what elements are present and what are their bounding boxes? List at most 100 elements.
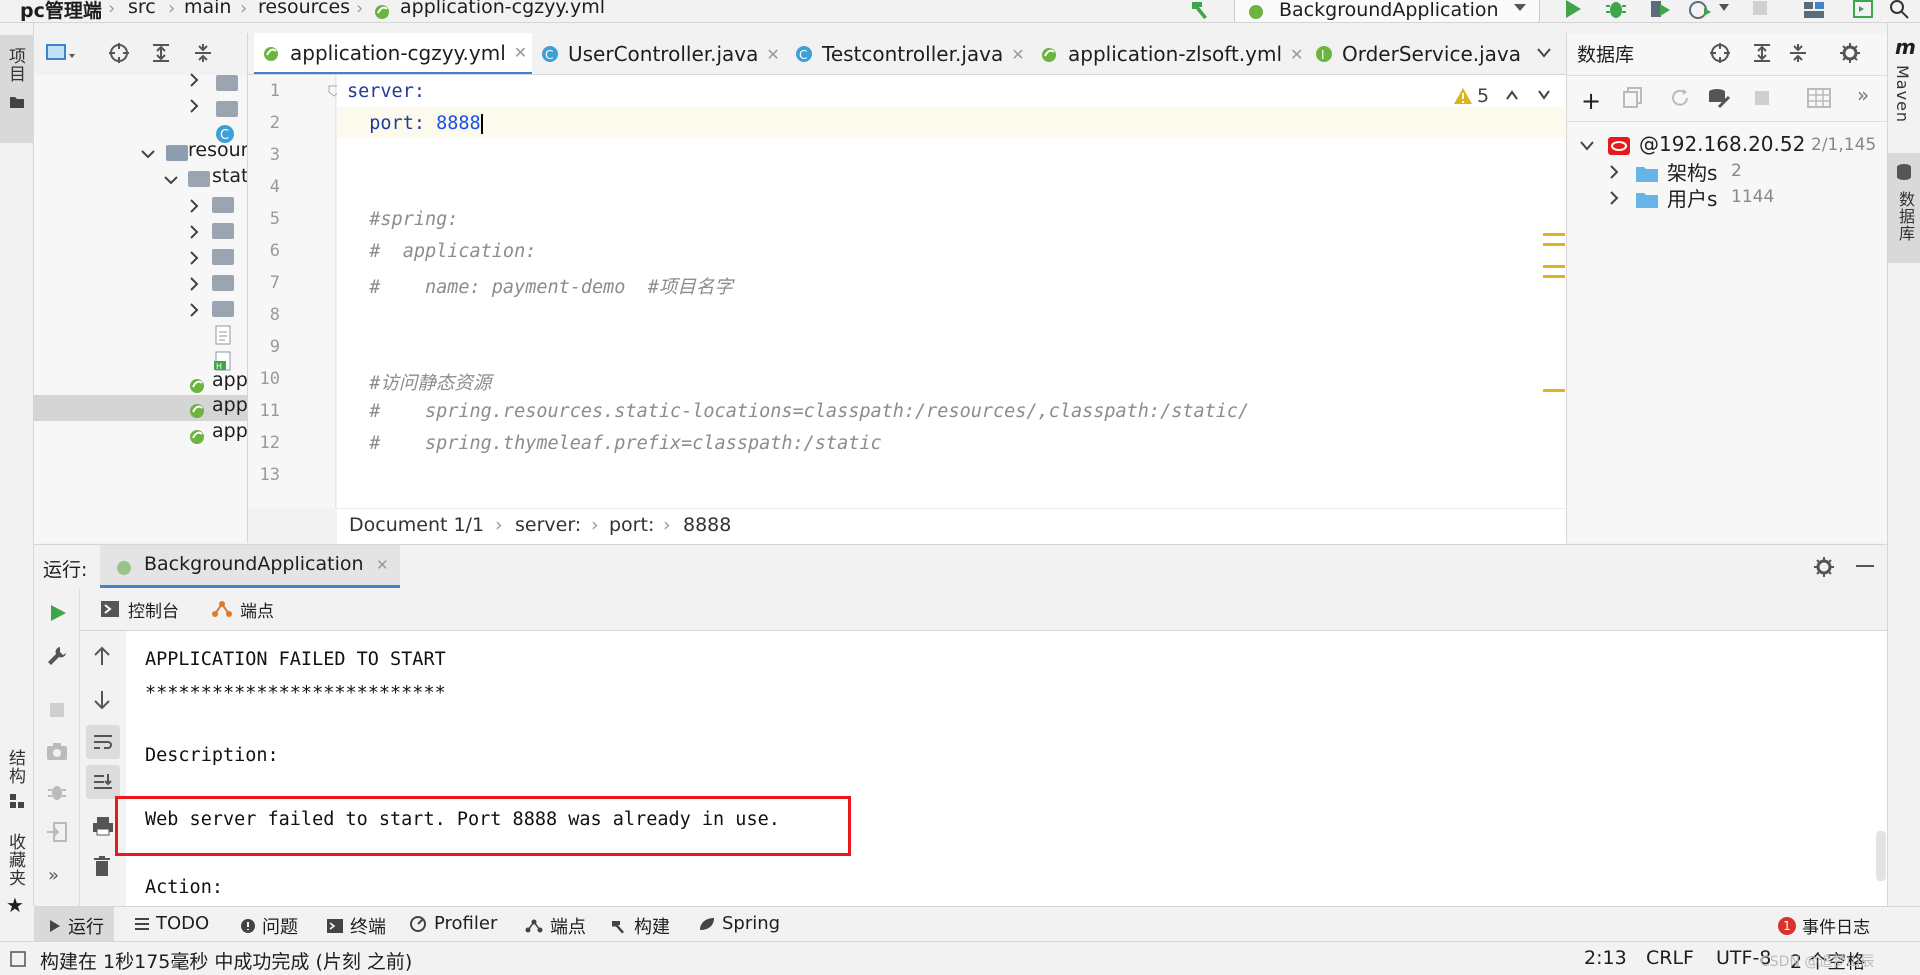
run-icon[interactable] [1562,0,1584,20]
tool-run[interactable]: 运行 [34,907,114,941]
chevron-right-icon[interactable] [187,73,201,87]
run-config-selector[interactable]: BackgroundApplication [1234,0,1540,22]
breadcrumb-project[interactable]: pc管理端 [20,0,102,22]
inspection-widget[interactable]: 5 [1453,85,1563,111]
scroll-to-end-toggle[interactable] [86,765,120,799]
breadcrumb-file[interactable]: application-cgzyy.yml [400,0,605,18]
tab-testcontroller[interactable]: C Testcontroller.java ✕ [794,33,1025,74]
crumb-port[interactable]: port: [609,514,654,536]
wrench-icon[interactable] [46,645,68,667]
close-icon[interactable]: ✕ [376,556,389,574]
breadcrumb-resources[interactable]: resources [258,0,350,18]
project-structure-icon[interactable] [1802,0,1826,20]
tab-application-cgzyy[interactable]: application-cgzyy.yml ✕ [254,33,532,74]
stop-icon[interactable] [1753,89,1771,107]
chevron-right-icon[interactable] [187,99,201,113]
breadcrumb-main[interactable]: main [184,0,231,18]
status-toggle-icon[interactable] [10,951,26,967]
tool-spring[interactable]: Spring [698,913,780,934]
tool-todo[interactable]: TODO [134,913,209,934]
database-tool-tab[interactable]: 数据库 [1888,153,1920,263]
warning-stripe[interactable] [1543,265,1565,268]
refresh-icon[interactable] [1669,87,1691,109]
caret-position[interactable]: 2:13 [1584,947,1627,969]
more-icon[interactable]: » [1857,83,1869,107]
schemas-label[interactable]: 架构s [1667,157,1717,186]
soft-wrap-toggle[interactable] [86,725,120,759]
console-output[interactable]: *************************** APPLICATION … [126,631,1887,906]
expand-all-icon[interactable] [150,42,172,64]
db-properties-icon[interactable] [1707,87,1731,109]
favorites-tool-tab[interactable]: 收藏夹 ★ [0,813,34,923]
status-message[interactable]: 构建在 1秒175毫秒 中成功完成 (片刻 之前) [40,947,412,974]
stop-icon[interactable] [48,701,66,719]
close-icon[interactable]: ✕ [766,45,779,64]
structure-tool-tab[interactable]: 结构 [0,713,34,813]
tool-window-icon[interactable] [1852,0,1874,20]
chevron-right-icon[interactable] [187,303,201,317]
debug-icon[interactable] [1604,0,1628,20]
line-separator[interactable]: CRLF [1646,947,1694,969]
hammer-icon[interactable] [1188,0,1214,20]
chevron-down-icon[interactable] [1579,139,1595,153]
bug-icon[interactable] [46,781,68,803]
close-icon[interactable]: ✕ [1290,45,1303,64]
code-editor[interactable]: server: port: 8888 #spring: # applicatio… [337,75,1566,508]
crumb-value[interactable]: 8888 [683,514,731,536]
project-tool-tab[interactable]: 项目 [0,35,34,143]
tab-order-service[interactable]: I OrderService.java [1314,33,1521,74]
chevron-right-icon[interactable] [187,251,201,265]
console-scrollbar[interactable] [1876,831,1886,881]
tree-item-static[interactable]: stat [212,165,247,195]
breadcrumb-src[interactable]: src [128,0,156,18]
users-label[interactable]: 用户s [1667,183,1717,212]
expand-all-icon[interactable] [1751,42,1773,64]
profile-icon[interactable] [1688,0,1712,20]
warning-stripe[interactable] [1543,243,1565,246]
chevron-right-icon[interactable] [1607,165,1621,179]
crumb-document[interactable]: Document 1/1 [349,514,484,536]
login-icon[interactable] [46,821,68,843]
collapse-all-icon[interactable] [1787,42,1809,64]
chevron-down-icon[interactable] [141,147,155,161]
arrow-down-icon[interactable] [92,689,112,711]
coverage-icon[interactable] [1648,0,1672,20]
maven-tool-tab[interactable]: m Maven [1888,35,1920,145]
more-icon[interactable]: » [48,865,59,886]
copy-icon[interactable] [1623,87,1643,109]
tool-endpoints[interactable]: 端点 [524,913,586,939]
locate-icon[interactable] [108,42,130,64]
tool-problems[interactable]: 问题 [240,913,298,939]
chevron-right-icon[interactable] [1607,191,1621,205]
collapse-all-icon[interactable] [192,42,214,64]
rerun-icon[interactable] [48,603,68,623]
print-icon[interactable] [92,815,114,837]
trash-icon[interactable] [92,855,112,877]
event-log[interactable]: 1 事件日志 [1778,913,1870,938]
tool-terminal[interactable]: 终端 [326,913,386,939]
chevron-right-icon[interactable] [187,277,201,291]
warning-stripe[interactable] [1543,389,1565,392]
close-icon[interactable]: ✕ [514,43,527,62]
search-icon[interactable] [1888,0,1910,20]
warning-stripe[interactable] [1543,275,1565,278]
view-mode-icon[interactable] [46,44,76,62]
chevron-up-icon[interactable] [1505,89,1519,101]
tree-item-yml-3[interactable]: app [212,420,247,450]
chevron-right-icon[interactable] [187,225,201,239]
tab-background-application[interactable]: BackgroundApplication ✕ [100,545,400,588]
chevron-down-icon[interactable] [1718,3,1730,13]
close-icon[interactable]: ✕ [1011,45,1024,64]
tab-application-zlsoft[interactable]: application-zlsoft.yml ✕ [1038,33,1303,74]
warning-stripe[interactable] [1543,233,1565,236]
chevron-down-icon[interactable] [164,173,178,187]
chevron-down-icon[interactable] [1536,47,1552,59]
tool-build[interactable]: 构建 [610,913,670,939]
minimize-icon[interactable] [1856,565,1874,567]
gear-icon[interactable] [1839,42,1861,64]
gear-icon[interactable] [1813,556,1835,578]
chevron-right-icon[interactable] [187,199,201,213]
db-connection-label[interactable]: @192.168.20.52 [1639,132,1805,156]
locate-icon[interactable] [1709,42,1731,64]
tab-user-controller[interactable]: C UserController.java ✕ [540,33,780,74]
